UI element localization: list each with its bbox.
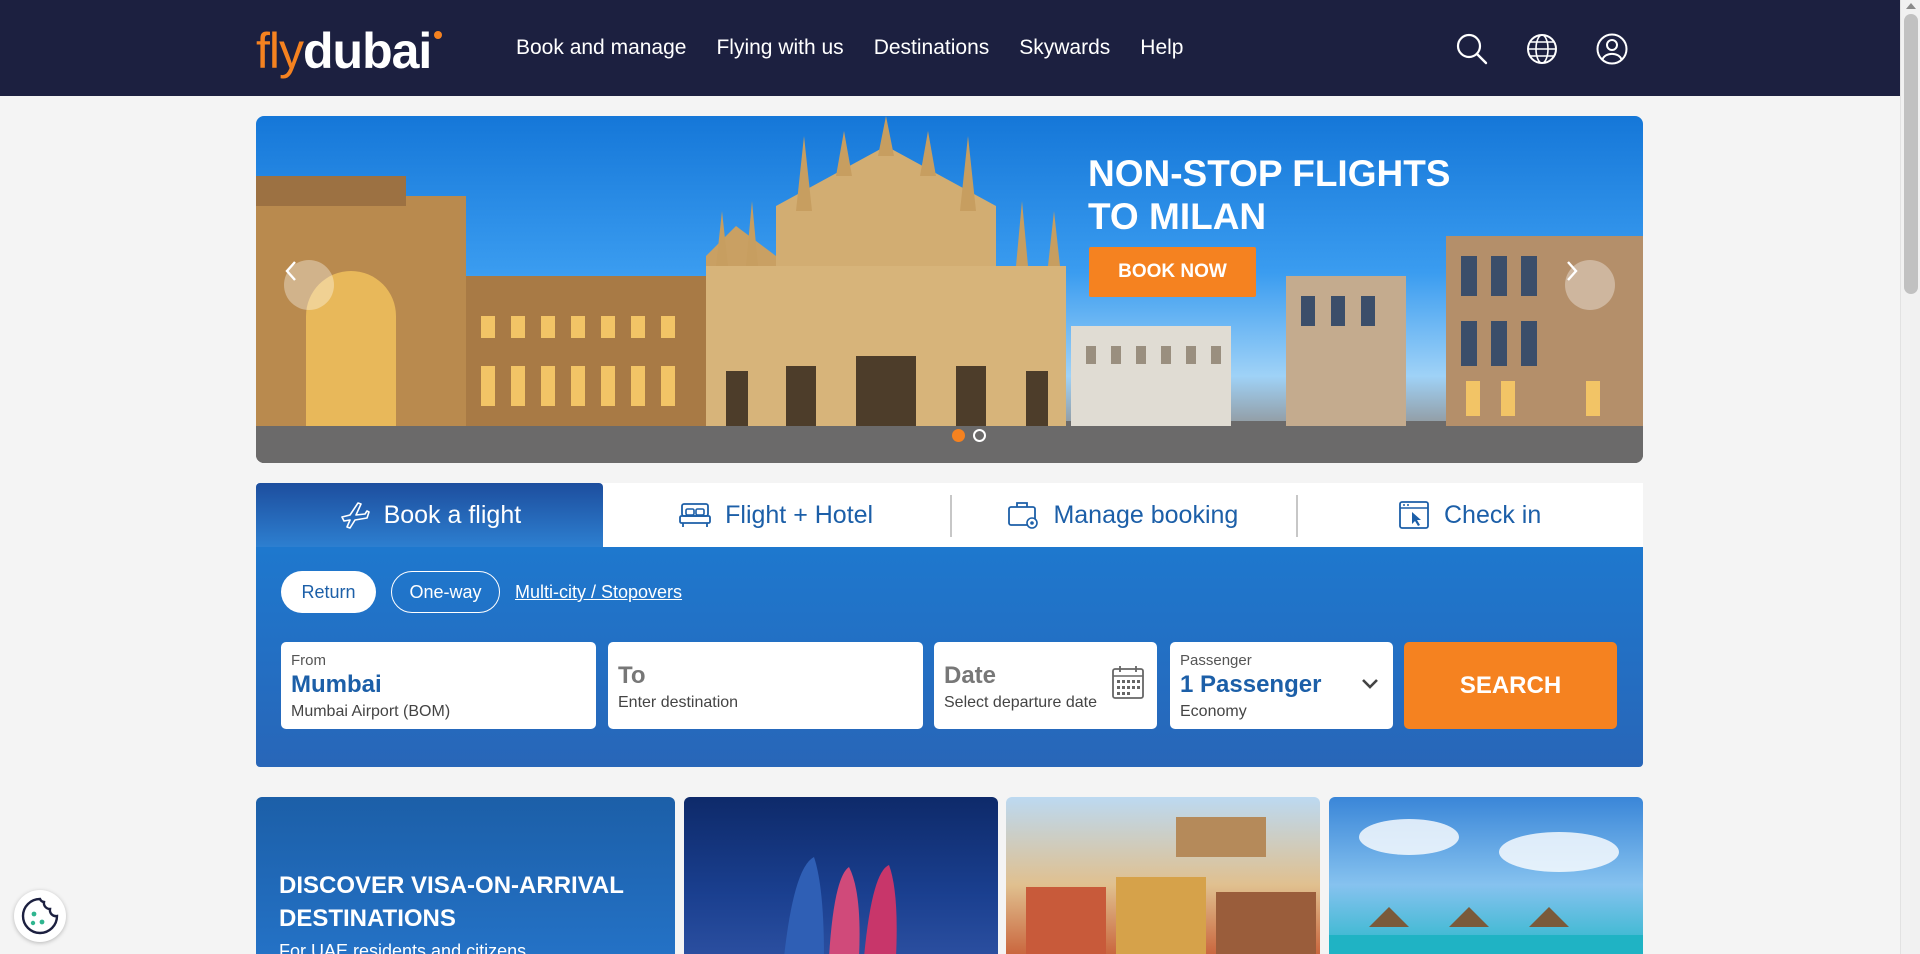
passenger-value: 1 Passenger <box>1180 671 1322 698</box>
hero-carousel[interactable]: NON-STOP FLIGHTS TO MILAN BOOK NOW <box>256 116 1643 463</box>
nav-skywards[interactable]: Skywards <box>1019 36 1110 60</box>
scroll-up-arrow[interactable] <box>1906 3 1916 9</box>
chevron-down-icon <box>1362 679 1378 689</box>
tab-label: Manage booking <box>1053 500 1239 529</box>
flight-search-panel: Return One-way Multi-city / Stopovers Fr… <box>256 547 1643 767</box>
tab-book-a-flight[interactable]: Book a flight <box>256 483 603 547</box>
nav-destinations[interactable]: Destinations <box>874 36 990 60</box>
calendar-icon <box>1112 666 1144 699</box>
book-now-button[interactable]: BOOK NOW <box>1089 247 1256 297</box>
promo-card-city-towers[interactable] <box>684 797 998 954</box>
promo-card-visa-on-arrival[interactable]: DISCOVER VISA-ON-ARRIVAL DESTINATIONS Fo… <box>256 797 675 954</box>
nav-flying-with-us[interactable]: Flying with us <box>716 36 843 60</box>
to-value: To <box>618 662 646 689</box>
carousel-dot-1[interactable] <box>952 429 965 442</box>
bed-icon <box>679 503 712 527</box>
promo-card-water-villas[interactable] <box>1329 797 1643 954</box>
page-scrollbar[interactable] <box>1900 0 1920 954</box>
promo-card-old-town[interactable] <box>1006 797 1320 954</box>
tab-manage-booking[interactable]: Manage booking <box>949 483 1297 547</box>
to-placeholder: Enter destination <box>618 694 739 711</box>
nav-book-and-manage[interactable]: Book and manage <box>516 36 686 60</box>
from-label: From <box>291 652 326 669</box>
tab-flight-hotel[interactable]: Flight + Hotel <box>603 483 950 547</box>
carousel-dot-2[interactable] <box>973 429 986 442</box>
logo-fly-text: fly <box>256 23 304 79</box>
cookie-settings-button[interactable] <box>14 890 66 942</box>
plane-icon <box>340 502 370 529</box>
from-field[interactable]: From Mumbai Mumbai Airport (BOM) <box>281 642 596 729</box>
trip-type-return[interactable]: Return <box>281 571 376 613</box>
chevron-right-icon <box>1567 261 1578 281</box>
to-field[interactable]: To Enter destination <box>608 642 923 729</box>
logo-dot <box>434 31 443 39</box>
tab-check-in[interactable]: Check in <box>1296 483 1643 547</box>
old-town-illustration <box>1026 817 1316 954</box>
nav-help[interactable]: Help <box>1140 36 1183 60</box>
account-icon[interactable] <box>1595 32 1629 66</box>
top-navigation-bar: fly dubai Book and manage Flying with us… <box>0 0 1900 96</box>
tab-label: Book a flight <box>383 500 522 529</box>
carousel-prev-button[interactable] <box>284 260 334 310</box>
hero-title: NON-STOP FLIGHTS TO MILAN <box>1088 153 1451 237</box>
carousel-next-button[interactable] <box>1565 260 1615 310</box>
cookie-icon <box>21 897 59 935</box>
globe-icon[interactable] <box>1525 32 1559 66</box>
trip-type-one-way[interactable]: One-way <box>391 571 500 613</box>
search-icon[interactable] <box>1455 32 1489 66</box>
checkin-icon <box>1399 501 1429 529</box>
multi-city-link[interactable]: Multi-city / Stopovers <box>515 582 682 603</box>
from-airport: Mumbai Airport (BOM) <box>291 703 451 720</box>
tab-label: Check in <box>1443 500 1542 529</box>
carousel-indicators <box>952 429 986 442</box>
scrollbar-thumb[interactable] <box>1904 14 1918 294</box>
booking-tabs: Book a flight Flight + Hotel Manage book… <box>256 483 1643 547</box>
flydubai-logo[interactable]: fly dubai <box>256 22 443 79</box>
date-field[interactable]: Date Select departure date <box>934 642 1157 729</box>
briefcase-icon <box>1008 502 1039 529</box>
from-value: Mumbai <box>291 671 382 698</box>
cabin-class: Economy <box>1180 703 1247 720</box>
city-towers-illustration <box>784 857 897 954</box>
chevron-left-icon <box>285 261 296 281</box>
promo-title: DISCOVER VISA-ON-ARRIVAL DESTINATIONS <box>279 872 624 932</box>
logo-dubai-text: dubai <box>303 23 432 79</box>
tab-label: Flight + Hotel <box>725 500 874 529</box>
header-icons <box>1455 32 1629 66</box>
promo-subtitle: For UAE residents and citizens <box>279 941 527 954</box>
main-nav: Book and manage Flying with us Destinati… <box>516 36 1183 60</box>
search-button[interactable]: SEARCH <box>1404 642 1617 729</box>
passenger-label: Passenger <box>1180 652 1252 669</box>
passenger-field[interactable]: Passenger 1 Passenger Economy <box>1170 642 1393 729</box>
water-villas-illustration <box>1329 819 1643 954</box>
